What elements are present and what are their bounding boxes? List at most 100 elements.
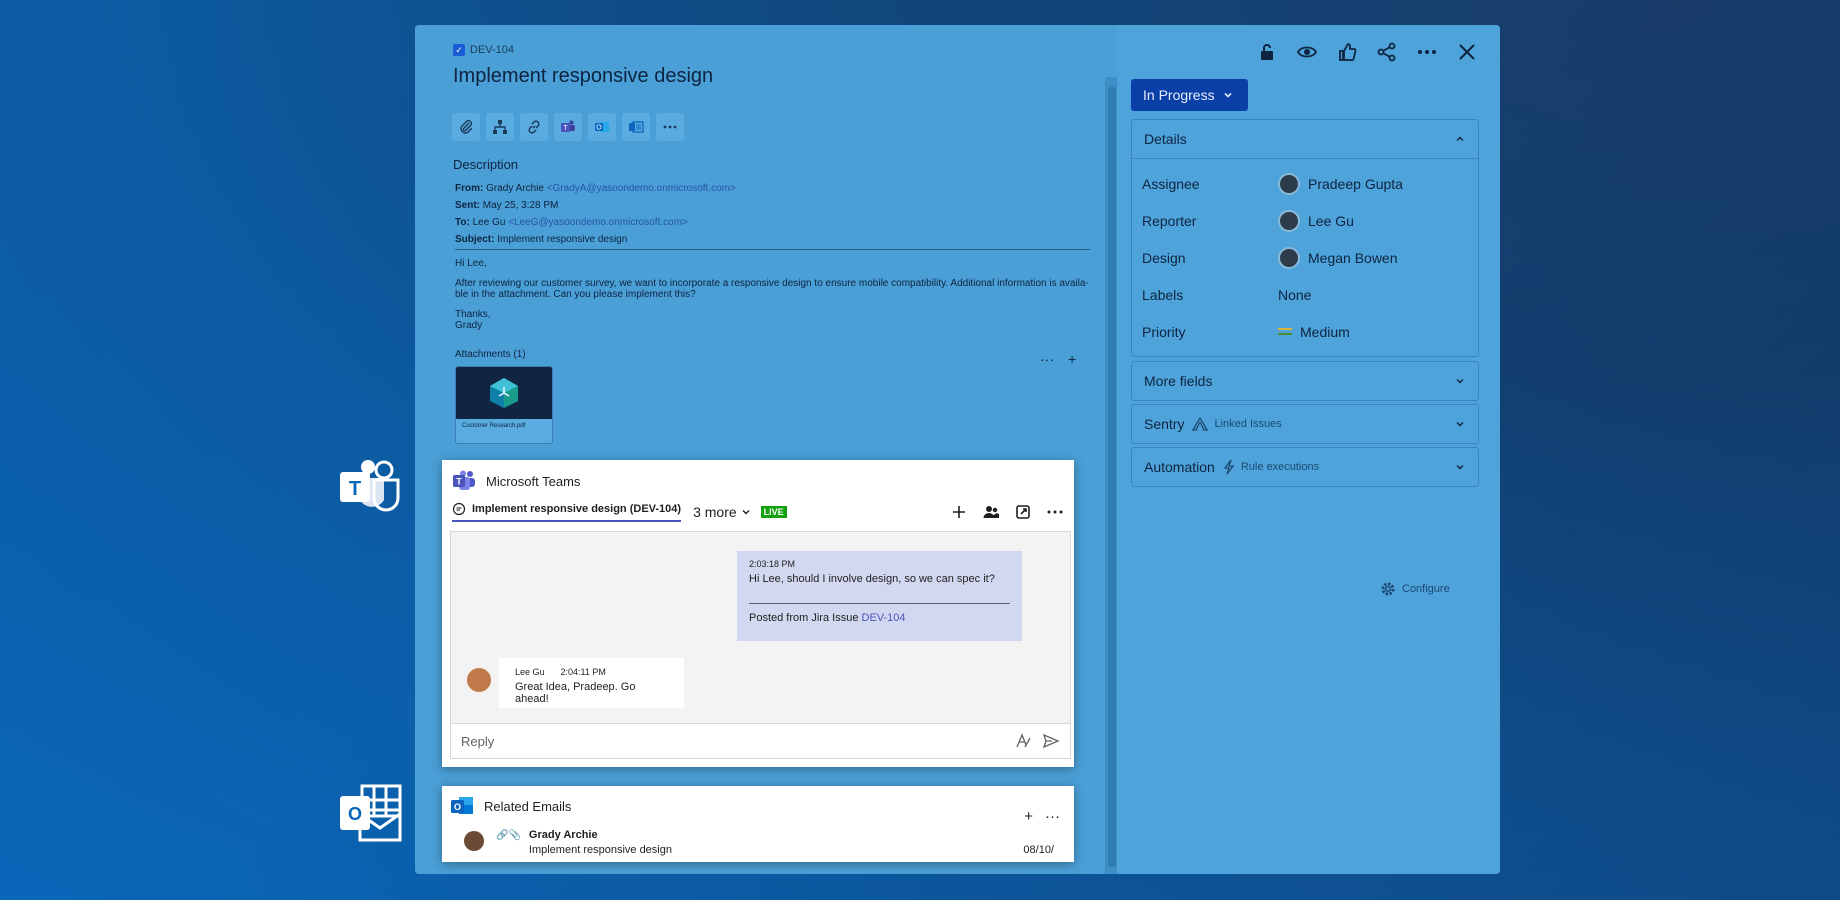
more-tabs-dropdown[interactable]: 3 more xyxy=(693,504,751,520)
issue-key[interactable]: ✓ DEV-104 xyxy=(453,44,514,56)
field-value: Pradeep Gupta xyxy=(1308,175,1403,192)
chevron-down-icon xyxy=(1456,379,1464,384)
teams-actions xyxy=(950,503,1064,521)
configure-link[interactable]: Configure xyxy=(1380,581,1450,597)
chat-area[interactable]: 2:03:18 PM Hi Lee, should I involve desi… xyxy=(450,531,1071,727)
teams-tabs: Implement responsive design (DEV-104) 3 … xyxy=(452,502,1064,522)
outlook-icon: O xyxy=(451,797,473,814)
automation-panel[interactable]: Automation Rule executions xyxy=(1131,447,1479,487)
link-attachment-icon: 🔗📎 xyxy=(496,830,521,841)
field-value: Megan Bowen xyxy=(1308,249,1398,266)
send-icon[interactable] xyxy=(1042,732,1060,750)
attach-button[interactable] xyxy=(452,113,480,141)
svg-text:O: O xyxy=(596,125,602,132)
attachment-thumbnail xyxy=(456,367,552,419)
issue-title[interactable]: Implement responsive design xyxy=(453,65,713,88)
svg-text:T: T xyxy=(563,125,568,132)
chevron-up-icon xyxy=(1456,136,1464,141)
automation-sub-label: Rule executions xyxy=(1240,461,1320,473)
child-issue-button[interactable] xyxy=(486,113,514,141)
teams-title: Microsoft Teams xyxy=(486,473,581,489)
email-sender: Grady Archie xyxy=(528,829,598,841)
message-time: 2:04:11 PM xyxy=(560,667,606,677)
chat-message-sent[interactable]: 2:03:18 PM Hi Lee, should I involve desi… xyxy=(737,551,1022,641)
pop-out-icon[interactable] xyxy=(1014,503,1032,521)
lock-icon[interactable] xyxy=(1256,41,1278,63)
jira-issue-link[interactable]: DEV-104 xyxy=(862,612,906,624)
chat-bubble-icon xyxy=(452,502,466,516)
scrollbar-thumb[interactable] xyxy=(1108,87,1116,867)
cube-icon xyxy=(490,378,518,408)
teams-icon: T xyxy=(561,120,575,132)
details-row-assignee[interactable]: Assignee Pradeep Gupta xyxy=(1132,165,1478,202)
dialog-top-actions xyxy=(1256,41,1478,63)
avatar xyxy=(1278,209,1300,232)
issue-side-column: In Progress Details Assignee Pradeep Gup… xyxy=(1117,25,1500,874)
watch-eye-icon[interactable] xyxy=(1296,41,1318,63)
sentry-panel[interactable]: Sentry Linked Issues xyxy=(1131,404,1479,444)
automation-label: Automation xyxy=(1144,459,1215,475)
email-body: Hi Lee, After reviewing our customer sur… xyxy=(455,258,1089,331)
avatar xyxy=(464,831,484,851)
field-value: Lee Gu xyxy=(1308,212,1354,229)
link-issue-button[interactable] xyxy=(520,113,548,141)
teams-logo-icon: T xyxy=(340,460,400,512)
to-address-link[interactable]: <LeeG@yasoondemo.onmicrosoft.com> xyxy=(508,217,688,228)
svg-text:T: T xyxy=(456,477,462,487)
reply-input[interactable]: Reply xyxy=(450,723,1071,759)
outlook-icon: O xyxy=(595,122,609,132)
emails-more-icon[interactable]: ··· xyxy=(1045,808,1060,825)
status-dropdown[interactable]: In Progress xyxy=(1131,79,1248,111)
hierarchy-icon xyxy=(493,120,507,134)
attachments-more-icon[interactable]: ··· xyxy=(1040,351,1054,367)
details-row-labels[interactable]: Labels None xyxy=(1132,276,1478,313)
more-fields-panel[interactable]: More fields xyxy=(1131,361,1479,401)
divider xyxy=(749,603,1010,604)
attachments-label: Attachments (1) xyxy=(455,349,526,360)
thumbs-up-icon[interactable] xyxy=(1336,41,1358,63)
details-body: Assignee Pradeep Gupta Reporter Lee Gu D… xyxy=(1132,158,1478,356)
add-attachment-icon[interactable]: + xyxy=(1068,351,1076,367)
field-label: Reporter xyxy=(1142,212,1197,229)
chevron-down-icon xyxy=(1456,465,1464,470)
list-item[interactable]: 🔗📎 Grady Archie Implement responsive des… xyxy=(464,828,1054,860)
teams-header: T Microsoft Teams xyxy=(452,470,580,492)
posted-from: Posted from Jira Issue DEV-104 xyxy=(749,612,906,624)
tab-implement-responsive-design[interactable]: Implement responsive design (DEV-104) xyxy=(452,502,682,522)
field-value: None xyxy=(1278,286,1312,303)
people-icon[interactable] xyxy=(982,503,1000,521)
message-time: 2:03:18 PM xyxy=(749,559,796,569)
field-label: Assignee xyxy=(1142,175,1200,192)
ellipsis-icon[interactable] xyxy=(1046,503,1064,521)
details-row-design[interactable]: Design Megan Bowen xyxy=(1132,239,1478,276)
outlook-button[interactable]: O xyxy=(588,113,616,141)
description-heading: Description xyxy=(453,157,519,172)
more-options-icon[interactable] xyxy=(1416,41,1438,63)
avatar xyxy=(1278,172,1300,195)
share-icon[interactable] xyxy=(1376,41,1398,63)
email-meta: From: Grady Archie <GradyA@yasoondemo.on… xyxy=(455,183,736,245)
teams-card: T Microsoft Teams Implement responsive d… xyxy=(442,460,1074,767)
related-emails-header: O Related Emails xyxy=(450,794,571,818)
from-address-link[interactable]: <GradyA@yasoondemo.onmicrosoft.com> xyxy=(547,183,736,194)
chat-message-received[interactable]: Lee Gu 2:04:11 PM Great Idea, Pradeep. Go… xyxy=(499,658,684,708)
avatar xyxy=(467,668,491,692)
format-icon[interactable] xyxy=(1014,732,1032,750)
field-label: Labels xyxy=(1142,286,1184,303)
message-author: Lee Gu xyxy=(515,667,545,677)
add-email-icon[interactable]: + xyxy=(1024,808,1033,825)
teams-button[interactable]: T xyxy=(554,113,582,141)
svg-text:O: O xyxy=(348,804,362,824)
details-row-priority[interactable]: Priority Medium xyxy=(1132,313,1478,350)
details-header[interactable]: Details xyxy=(1132,120,1478,158)
outlook-logo-icon: O xyxy=(340,784,402,842)
sentry-label: Sentry xyxy=(1144,416,1185,432)
attachment-card[interactable]: Customer Research.pdf xyxy=(455,366,553,444)
related-emails-title: Related Emails xyxy=(484,798,572,814)
details-row-reporter[interactable]: Reporter Lee Gu xyxy=(1132,202,1478,239)
plus-icon[interactable] xyxy=(950,503,968,521)
email-template-button[interactable] xyxy=(622,113,650,141)
attachment-filename: Customer Research.pdf xyxy=(462,423,526,429)
more-actions-button[interactable] xyxy=(656,113,684,141)
close-icon[interactable] xyxy=(1456,41,1478,63)
